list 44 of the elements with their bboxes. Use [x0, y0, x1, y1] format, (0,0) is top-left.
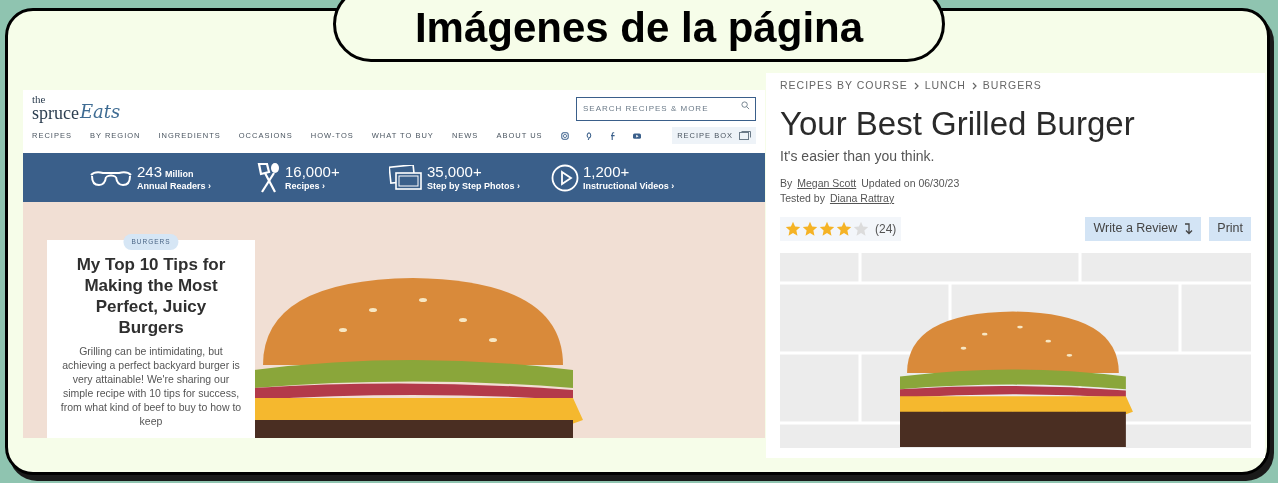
photos-icon	[389, 164, 423, 191]
instagram-icon[interactable]	[560, 131, 569, 140]
search-icon	[741, 101, 750, 110]
stat-value: 1,200+	[583, 162, 630, 182]
chevron-icon	[971, 81, 977, 90]
print-button[interactable]: Print	[1209, 216, 1251, 241]
pinterest-icon[interactable]	[584, 131, 593, 140]
star-icon	[785, 220, 801, 237]
down-arrow-icon	[1183, 222, 1194, 235]
spatula-spoon-icon	[257, 161, 281, 194]
stat-link[interactable]: Instructional Videos ›	[583, 181, 675, 193]
recipe-subtitle: It's easier than you think.	[780, 146, 936, 166]
stat-value: 16,000+	[285, 162, 340, 182]
chevron-icon	[913, 81, 919, 90]
tested-by-label: Tested by	[780, 190, 825, 206]
stat-link[interactable]: Step by Step Photos ›	[427, 181, 520, 193]
review-count: (24)	[875, 220, 897, 238]
breadcrumb-link[interactable]: BURGERS	[982, 78, 1042, 94]
play-icon	[551, 163, 579, 192]
breadcrumb-link[interactable]: RECIPES BY COURSE	[780, 78, 908, 94]
site-logo[interactable]: the spruceEats	[32, 93, 121, 122]
slide-title: Imágenes de la página	[333, 0, 945, 62]
stat-unit: Million	[165, 168, 194, 180]
updated-date: Updated on 06/30/23	[861, 175, 960, 191]
byline-label: By	[780, 175, 793, 191]
tester-link[interactable]: Diana Rattray	[829, 190, 895, 206]
article-excerpt: Grilling can be intimidating, but achieving a perfect backyard burger is very attainable! We're sharing our simple recipe with 10 tips for success, from what kind of beef to buy to how to keep	[59, 344, 243, 428]
star-icon	[853, 220, 869, 237]
star-icon	[836, 220, 852, 237]
stat-value: 243	[137, 162, 163, 182]
article-title[interactable]: My Top 10 Tips for Making the Most Perfect, Juicy Burgers	[66, 254, 236, 338]
cards-icon	[739, 131, 751, 141]
youtube-icon[interactable]	[632, 131, 641, 140]
author-link[interactable]: Megan Scott	[797, 175, 857, 191]
recipe-title: Your Best Grilled Burger	[780, 103, 1136, 144]
stat-link[interactable]: Annual Readers ›	[137, 181, 212, 193]
facebook-icon[interactable]	[608, 131, 617, 140]
stat-value: 35,000+	[427, 162, 482, 182]
write-review-button[interactable]: Write a Review	[1085, 216, 1202, 241]
search-field[interactable]: SEARCH RECIPES & MORE	[576, 96, 756, 121]
star-icon	[802, 220, 818, 237]
star-icon	[819, 220, 835, 237]
stat-link[interactable]: Recipes ›	[285, 181, 340, 193]
breadcrumb-link[interactable]: LUNCH	[924, 78, 966, 94]
